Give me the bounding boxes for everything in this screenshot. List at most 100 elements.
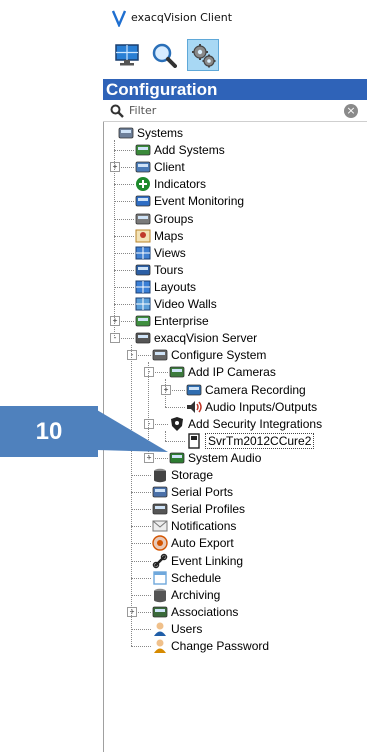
search-icon bbox=[110, 104, 124, 118]
tree-item-label: Maps bbox=[154, 228, 184, 243]
tree-item-label: Views bbox=[154, 245, 186, 260]
configure-system-icon bbox=[152, 347, 168, 363]
tree-item[interactable]: Indicators bbox=[135, 175, 206, 193]
tree-expander[interactable]: - bbox=[110, 333, 120, 344]
tree-item[interactable]: Users bbox=[152, 620, 202, 638]
tree-item[interactable]: Event Linking bbox=[152, 552, 243, 570]
tree-item[interactable]: Add IP Cameras bbox=[169, 363, 276, 381]
tree-item[interactable]: Storage bbox=[152, 466, 213, 484]
tree-connector bbox=[131, 345, 132, 646]
integration-device-icon bbox=[186, 433, 202, 449]
tree-connector bbox=[114, 218, 134, 220]
tree-item-label: Change Password bbox=[171, 639, 270, 653]
tree-item-label: SvrTm2012CCure2 bbox=[205, 432, 315, 449]
tree-connector bbox=[114, 235, 134, 237]
title-bar: exacqVision Client bbox=[0, 0, 367, 36]
app-title: exacqVision Client bbox=[131, 11, 233, 24]
tree-item[interactable]: Video Walls bbox=[135, 295, 217, 313]
configuration-tree: Systems Add Systems + Client Indicators Event… bbox=[104, 122, 367, 752]
tree-item[interactable]: Audio Inputs/Outputs bbox=[186, 398, 317, 416]
tree-item[interactable]: SvrTm2012CCure2 bbox=[186, 432, 315, 450]
event-linking-icon bbox=[152, 553, 168, 569]
tree-expander[interactable]: + bbox=[110, 162, 120, 173]
tree-item-label: Auto Export bbox=[171, 536, 234, 551]
tree-item[interactable]: Notifications bbox=[152, 517, 236, 535]
tree-item[interactable]: Add Systems bbox=[135, 141, 225, 159]
tree-item[interactable]: Views bbox=[135, 244, 186, 262]
tree-connector bbox=[131, 560, 151, 562]
tree-item[interactable]: Schedule bbox=[152, 569, 221, 587]
tree-item-label: Indicators bbox=[154, 177, 207, 192]
tree-item-label: Event Linking bbox=[171, 553, 244, 568]
storage-icon bbox=[152, 467, 168, 483]
tree-item-label: Storage bbox=[171, 468, 214, 482]
tree-item-label: Associations bbox=[171, 604, 239, 619]
live-view-button[interactable] bbox=[111, 39, 143, 71]
tree-connector bbox=[165, 379, 166, 407]
tree-item[interactable]: Enterprise bbox=[135, 312, 209, 330]
tree-item-label: Video Walls bbox=[154, 297, 217, 311]
tree-item[interactable]: Add Security Integrations bbox=[169, 415, 322, 433]
tree-expander[interactable]: - bbox=[127, 350, 137, 361]
tree-item-label: Serial Ports bbox=[171, 485, 234, 500]
tree-connector bbox=[165, 406, 185, 408]
tree-expander[interactable]: - bbox=[144, 418, 154, 429]
main-toolbar bbox=[103, 36, 367, 78]
layouts-icon bbox=[135, 279, 151, 295]
tree-item[interactable]: Event Monitoring bbox=[135, 192, 244, 210]
tree-item[interactable]: Change Password bbox=[152, 637, 269, 655]
tree-item[interactable]: Systems bbox=[118, 124, 183, 142]
filter-input[interactable] bbox=[129, 102, 341, 119]
tree-item[interactable]: Layouts bbox=[135, 278, 196, 296]
tree-item-label: Schedule bbox=[171, 570, 222, 585]
tree-connector bbox=[131, 475, 151, 476]
tree-item[interactable]: Camera Recording bbox=[186, 381, 306, 399]
indicators-icon bbox=[135, 176, 151, 192]
tree-connector bbox=[131, 646, 151, 647]
tree-item[interactable]: Auto Export bbox=[152, 534, 234, 552]
tours-icon bbox=[135, 262, 151, 278]
groups-icon bbox=[135, 211, 151, 227]
exacq-v-logo-icon bbox=[112, 10, 126, 27]
tree-item-label: Serial Profiles bbox=[171, 502, 246, 517]
search-button[interactable] bbox=[148, 39, 180, 71]
tree-expander[interactable]: + bbox=[144, 452, 154, 463]
tree-connector bbox=[114, 140, 115, 339]
tree-connector bbox=[114, 286, 134, 288]
tree-item[interactable]: exacqVision Server bbox=[135, 329, 257, 347]
tree-item[interactable]: Archiving bbox=[152, 586, 220, 604]
tree-item[interactable]: Serial Ports bbox=[152, 483, 233, 501]
tree-item[interactable]: System Audio bbox=[169, 449, 261, 467]
tree-expander[interactable]: + bbox=[161, 384, 171, 395]
tree-item-label: Tours bbox=[154, 262, 184, 277]
tree-item[interactable]: Groups bbox=[135, 210, 193, 228]
tree-connector bbox=[114, 269, 134, 271]
tree-expander[interactable]: + bbox=[110, 316, 120, 327]
tree-item[interactable]: Tours bbox=[135, 261, 183, 279]
tree-item[interactable]: Serial Profiles bbox=[152, 500, 245, 518]
tree-item-label: Event Monitoring bbox=[154, 194, 245, 209]
tree-connector bbox=[131, 628, 151, 630]
tree-item[interactable]: Associations bbox=[152, 603, 238, 621]
configuration-tree-panel: Systems Add Systems + Client Indicators Event… bbox=[103, 122, 367, 752]
tree-item[interactable]: Configure System bbox=[152, 346, 266, 364]
tree-item[interactable]: Client bbox=[135, 158, 185, 176]
video-walls-icon bbox=[135, 296, 151, 312]
clear-icon[interactable]: × bbox=[344, 104, 358, 118]
add-ip-cameras-icon bbox=[169, 364, 185, 380]
tree-connector bbox=[131, 577, 151, 579]
tree-item-label: Archiving bbox=[171, 587, 221, 602]
security-integrations-icon bbox=[169, 416, 185, 432]
tree-connector bbox=[131, 594, 151, 596]
filter-bar: × bbox=[103, 101, 367, 122]
notifications-icon bbox=[152, 518, 168, 534]
tree-item-label: Audio Inputs/Outputs bbox=[205, 399, 318, 414]
system-audio-icon bbox=[169, 450, 185, 466]
tree-connector bbox=[131, 509, 151, 511]
tree-item[interactable]: Maps bbox=[135, 227, 183, 245]
tree-connector bbox=[148, 362, 149, 458]
tree-expander[interactable]: - bbox=[144, 367, 154, 378]
tree-connector bbox=[114, 150, 134, 152]
configuration-button[interactable] bbox=[187, 39, 219, 71]
tree-expander[interactable]: + bbox=[127, 606, 137, 617]
